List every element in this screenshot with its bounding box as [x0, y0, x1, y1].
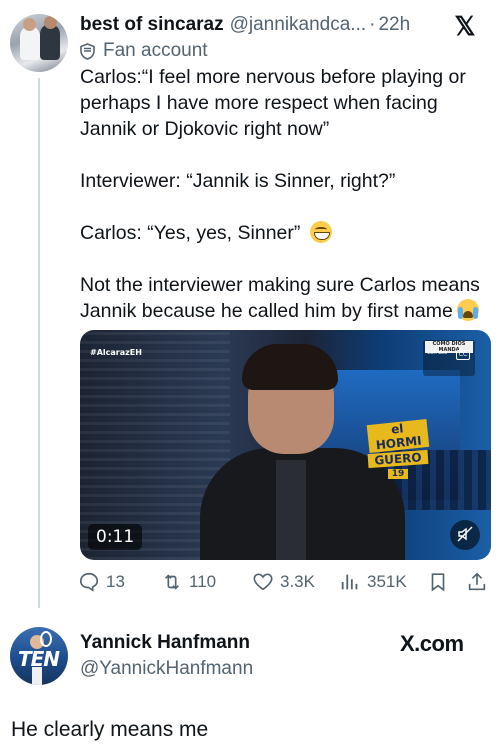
like-count: 3.3K	[280, 572, 315, 591]
grinning-face-emoji-icon	[309, 221, 332, 243]
share-icon	[468, 572, 486, 591]
show-logo: el HORMI GUERO 19	[366, 418, 430, 480]
separator-dot: ·	[369, 14, 376, 35]
avatar-figure-left	[20, 26, 40, 60]
reply-button[interactable]: 13	[78, 568, 125, 596]
like-button[interactable]: 3.3K	[252, 568, 315, 596]
repost-button[interactable]: 110	[161, 568, 216, 596]
tweet-paragraph-text: Carlos: “Yes, yes, Sinner”	[80, 222, 301, 244]
views-button[interactable]: 351K	[339, 568, 407, 596]
heart-icon	[253, 573, 273, 591]
tweet-paragraph: Carlos: “Yes, yes, Sinner”	[80, 220, 492, 246]
avatar-text: TEN	[18, 647, 60, 671]
reply-count: 13	[106, 572, 125, 591]
views-chart-icon	[341, 574, 358, 590]
reply-avatar[interactable]: TEN	[10, 627, 68, 685]
tweet-paragraph: Interviewer: “Jannik is Sinner, right?”	[80, 170, 396, 192]
shield-icon	[80, 42, 95, 60]
action-bar: 13 110 3.3K 351K	[78, 568, 492, 596]
avatar-head-left	[23, 18, 36, 31]
avatar-figure-right	[40, 24, 60, 60]
tweet-paragraph-text: Not the interviewer making sure Carlos m…	[80, 274, 480, 322]
x-com-brand: X.com	[400, 631, 464, 656]
avatar[interactable]	[10, 14, 68, 72]
views-count: 351K	[367, 572, 407, 591]
closed-captions-icon[interactable]: CC	[456, 350, 470, 360]
crying-face-emoji-icon	[456, 299, 479, 321]
display-name[interactable]: best of sincaraz	[80, 14, 224, 36]
share-button[interactable]	[466, 568, 494, 596]
tweet-header: best of sincaraz @jannikandca... · 22h	[80, 12, 410, 38]
reply-user-handle[interactable]: @YannickHanfmann	[80, 658, 253, 680]
repost-count: 110	[189, 572, 217, 591]
mute-button[interactable]	[450, 520, 480, 550]
video-person-shirt	[276, 460, 306, 560]
repost-icon	[164, 574, 180, 590]
reply-text: He clearly means me	[11, 718, 209, 741]
video-player[interactable]: #AlcarazEH el HORMI GUERO 19 COMO DIOS M…	[80, 330, 491, 560]
thread-line	[38, 78, 40, 608]
show-logo-number: 19	[388, 469, 408, 479]
broadcast-badge-subtitle: Con Leo	[427, 350, 448, 356]
video-person-hair	[242, 344, 338, 390]
muted-speaker-icon	[457, 526, 473, 542]
reply-display-name[interactable]: Yannick Hanfmann	[80, 632, 250, 654]
bookmark-icon	[431, 573, 445, 592]
user-handle[interactable]: @jannikandca...	[230, 14, 367, 36]
video-duration: 0:11	[88, 524, 143, 550]
show-logo-line: el HORMI	[366, 418, 430, 454]
fan-account-label: Fan account	[80, 40, 208, 62]
tweet-paragraph: Not the interviewer making sure Carlos m…	[80, 272, 492, 324]
avatar-head-right	[44, 16, 57, 29]
reply-icon	[79, 572, 99, 592]
tweet-paragraph: Carlos:“I feel more nervous before playi…	[80, 66, 466, 140]
timestamp[interactable]: 22h	[378, 14, 410, 36]
bookmark-button[interactable]	[427, 568, 455, 596]
video-hashtag-overlay: #AlcarazEH	[90, 348, 142, 357]
fan-account-text: Fan account	[103, 40, 208, 61]
x-logo-icon: 𝕏	[454, 11, 476, 41]
tennis-racket-icon	[40, 631, 52, 647]
tweet-text: Carlos:“I feel more nervous before playi…	[80, 64, 492, 324]
show-logo-line: GUERO	[367, 449, 429, 469]
